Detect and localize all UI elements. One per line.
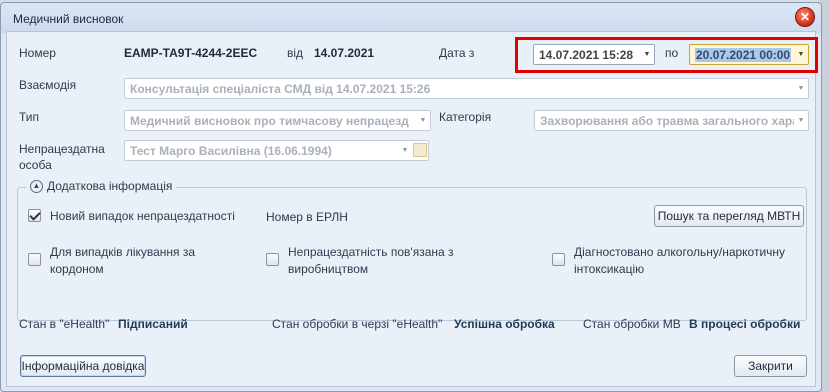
category-value: Захворювання або травма загального хара bbox=[540, 113, 799, 128]
search-mvtn-button[interactable]: Пошук та перегляд МВТН bbox=[654, 205, 804, 227]
person-value: Тест Марго Василівна (16.06.1994) bbox=[130, 143, 332, 158]
interaction-label: Взаємодія bbox=[19, 78, 77, 92]
work-related-label-line1: Непрацездатність пов'язана з bbox=[288, 245, 454, 259]
chevron-down-icon[interactable]: ▼ bbox=[640, 45, 654, 64]
date-to-field[interactable]: 20.07.2021 00:00 ▼ bbox=[689, 44, 809, 65]
abroad-label-line2: кордоном bbox=[50, 262, 104, 276]
person-field[interactable]: Тест Марго Василівна (16.06.1994) ▼ bbox=[124, 140, 429, 161]
ehealth-status-label: Стан в "eHealth" bbox=[19, 317, 110, 331]
info-reference-button[interactable]: Інформаційна довідка bbox=[20, 355, 146, 377]
person-label-line1: Непрацездатна bbox=[19, 142, 105, 156]
chevron-down-icon[interactable]: ▼ bbox=[416, 111, 430, 130]
additional-info-header[interactable]: ▲ Додаткова інформація bbox=[26, 179, 177, 193]
date-from-label: Дата з bbox=[439, 46, 475, 60]
category-label: Категорія bbox=[439, 110, 492, 124]
type-value: Медичний висновок про тимчасову непрацез… bbox=[130, 113, 409, 128]
close-icon: ✕ bbox=[799, 10, 811, 24]
work-related-label-line2: виробництвом bbox=[288, 262, 369, 276]
interaction-field[interactable]: Консультація спеціаліста СМД від 14.07.2… bbox=[124, 78, 809, 99]
queue-status-label: Стан обробки в черзі "eHealth" bbox=[272, 317, 443, 331]
date-from-field[interactable]: 14.07.2021 15:28 ▼ bbox=[533, 44, 655, 65]
title-bar: Медичний висновок ✕ bbox=[1, 3, 821, 31]
interaction-value: Консультація спеціаліста СМД від 14.07.2… bbox=[130, 81, 431, 96]
mv-status-label: Стан обробки МВ bbox=[583, 317, 681, 331]
abroad-label-line1: Для випадків лікування за bbox=[50, 245, 196, 259]
additional-info-title: Додаткова інформація bbox=[47, 179, 173, 193]
date-from-value: 14.07.2021 15:28 bbox=[539, 47, 634, 62]
ehealth-status-value: Підписаний bbox=[118, 317, 188, 331]
chevron-down-icon[interactable]: ▼ bbox=[794, 79, 808, 98]
calendar-icon[interactable] bbox=[413, 143, 427, 157]
chevron-down-icon[interactable]: ▼ bbox=[794, 111, 808, 130]
type-field[interactable]: Медичний висновок про тимчасову непрацез… bbox=[124, 110, 431, 131]
date-to-value: 20.07.2021 00:00 bbox=[695, 47, 792, 62]
from-label: від bbox=[287, 46, 304, 60]
from-date: 14.07.2021 bbox=[314, 46, 375, 60]
dialog-body: Номер EAMP-TA9T-4244-2EEC від 14.07.2021… bbox=[6, 31, 818, 387]
mv-status-value: В процесі обробки bbox=[689, 317, 801, 331]
close-window-button[interactable]: ✕ bbox=[795, 7, 815, 27]
alcohol-label-line2: інтоксикацію bbox=[574, 262, 645, 276]
chevron-up-icon[interactable]: ▲ bbox=[30, 179, 43, 193]
alcohol-label-line1: Діагностовано алкогольну/наркотичну bbox=[574, 245, 786, 259]
type-label: Тип bbox=[19, 110, 40, 124]
close-button[interactable]: Закрити bbox=[734, 355, 807, 377]
new-case-checkbox[interactable] bbox=[28, 209, 41, 222]
window-title: Медичний висновок bbox=[13, 12, 124, 26]
person-label-line2: особа bbox=[19, 158, 52, 172]
number-label: Номер bbox=[19, 46, 56, 60]
date-to-label: по bbox=[665, 46, 679, 60]
queue-status-value: Успішна обробка bbox=[454, 317, 555, 331]
dialog-window: Медичний висновок ✕ Номер EAMP-TA9T-4244… bbox=[0, 2, 822, 392]
work-related-checkbox[interactable] bbox=[266, 253, 279, 266]
alcohol-checkbox[interactable] bbox=[552, 253, 565, 266]
chevron-down-icon[interactable]: ▼ bbox=[398, 141, 412, 160]
erln-label: Номер в ЕРЛН bbox=[266, 210, 348, 224]
category-field[interactable]: Захворювання або травма загального хара … bbox=[534, 110, 809, 131]
additional-info-group: ▲ Додаткова інформація Новий випадок неп… bbox=[17, 179, 807, 321]
number-value: EAMP-TA9T-4244-2EEC bbox=[124, 46, 258, 60]
chevron-down-icon[interactable]: ▼ bbox=[794, 45, 808, 64]
new-case-label: Новий випадок непрацездатності bbox=[50, 209, 235, 223]
abroad-checkbox[interactable] bbox=[28, 253, 41, 266]
